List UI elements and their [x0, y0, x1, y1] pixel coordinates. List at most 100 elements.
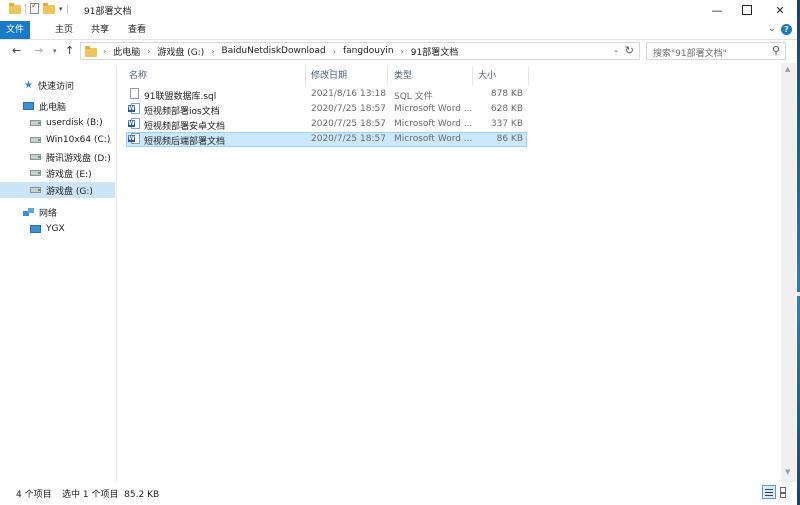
file-row-selected[interactable]: W 短视频后端部署文档 2020/7/25 18:57 Microsoft Wo…: [126, 132, 527, 147]
breadcrumb-drive-g[interactable]: 游戏盘 (G:): [157, 45, 204, 58]
refresh-icon[interactable]: ↻: [625, 44, 634, 57]
tab-home[interactable]: 主页: [46, 21, 82, 39]
toolbar-divider: [25, 3, 26, 14]
maximize-icon: [742, 5, 752, 15]
folder-icon: [85, 45, 97, 57]
forward-button[interactable]: →: [34, 44, 43, 57]
sidebar-item-label: 网络: [39, 208, 58, 219]
file-name: 91联盟数据库.sql: [144, 92, 217, 102]
navigation-pane: ★ 快速访问 此电脑 userdisk (B:) Win10x64 (C:) 腾…: [0, 66, 117, 482]
file-name: 短视频部署安卓文档: [144, 122, 226, 132]
breadcrumb-separator[interactable]: ›: [333, 47, 336, 56]
sidebar-item-network[interactable]: 网络: [0, 204, 115, 220]
breadcrumb-this-pc[interactable]: 此电脑: [113, 45, 140, 58]
file-modified: 2020/7/25 18:57: [311, 104, 386, 114]
file-name: 短视频后端部署文档: [144, 137, 226, 147]
sidebar-item-this-pc[interactable]: 此电脑: [0, 98, 115, 114]
properties-icon[interactable]: [30, 1, 39, 14]
drive-icon: [30, 187, 41, 193]
scroll-up-icon[interactable]: ▲: [785, 65, 790, 73]
sidebar-item-label: 游戏盘 (E:): [46, 169, 92, 180]
close-button[interactable]: ✕: [763, 0, 797, 20]
file-type: SQL 文件: [394, 92, 433, 102]
vertical-scrollbar[interactable]: ▲ ▼: [781, 63, 796, 482]
item-count: 4 个项目: [16, 490, 52, 500]
column-header-label: 修改日期: [311, 71, 348, 81]
selection-info: 选中 1 个项目 85.2 KB: [62, 490, 160, 500]
help-icon[interactable]: ?: [781, 24, 792, 35]
computer-icon: [23, 102, 34, 110]
search-box[interactable]: 搜索"91部署文档" ⚲: [646, 42, 786, 60]
drive-icon: [30, 120, 41, 126]
sidebar-item-label: 游戏盘 (G:): [46, 186, 93, 197]
sidebar-item-label: 此电脑: [39, 102, 67, 113]
breadcrumb-separator[interactable]: ›: [211, 47, 214, 56]
column-header-name[interactable]: 名称: [129, 66, 306, 86]
drive-icon: [30, 137, 41, 143]
drive-icon: [30, 170, 41, 176]
sidebar-item-label: YGX: [46, 224, 65, 234]
column-header-label: 大小: [478, 71, 497, 81]
address-bar[interactable]: › 此电脑 › 游戏盘 (G:) › BaiduNetdiskDownload …: [80, 42, 640, 60]
file-type: Microsoft Word ...: [394, 119, 473, 129]
search-icon[interactable]: ⚲: [772, 44, 780, 57]
navigation-bar: ← → ▾ ↑ › 此电脑 › 游戏盘 (G:) › BaiduNetdiskD…: [0, 40, 797, 63]
file-modified: 2020/7/25 18:57: [311, 134, 386, 144]
recent-locations-dropdown[interactable]: ▾: [53, 47, 57, 55]
sidebar-item-drive-b[interactable]: userdisk (B:): [0, 115, 115, 131]
up-button[interactable]: ↑: [65, 44, 74, 57]
breadcrumb-separator[interactable]: ›: [103, 47, 106, 56]
breadcrumb-baidunetdisk[interactable]: BaiduNetdiskDownload: [222, 46, 326, 56]
sidebar-item-drive-e[interactable]: 游戏盘 (E:): [0, 165, 115, 181]
column-header-modified[interactable]: 修改日期: [311, 66, 388, 86]
expand-ribbon-icon[interactable]: ⌄: [768, 24, 776, 34]
new-folder-icon[interactable]: [43, 3, 55, 14]
tab-file[interactable]: 文件: [0, 21, 30, 39]
file-type: Microsoft Word ...: [394, 104, 473, 114]
sidebar-item-drive-g[interactable]: 游戏盘 (G:): [0, 182, 115, 198]
tab-share[interactable]: 共享: [82, 21, 118, 39]
sidebar-item-label: 腾讯游戏盘 (D:): [46, 153, 111, 164]
file-size: 628 KB: [490, 104, 523, 114]
star-icon: ★: [24, 79, 33, 91]
breadcrumb-separator[interactable]: ›: [147, 47, 150, 56]
details-view-button[interactable]: [762, 485, 776, 499]
drive-icon: [30, 154, 41, 160]
word-doc-icon: W: [128, 118, 140, 129]
sidebar-item-drive-c[interactable]: Win10x64 (C:): [0, 132, 115, 148]
toolbar-divider: [66, 3, 68, 14]
sidebar-item-ygx[interactable]: YGX: [0, 221, 115, 237]
sidebar-item-drive-d[interactable]: 腾讯游戏盘 (D:): [0, 149, 115, 165]
search-input[interactable]: 搜索"91部署文档": [653, 46, 727, 59]
tab-view[interactable]: 查看: [119, 21, 155, 39]
quick-access-toolbar: ▾: [9, 1, 68, 14]
back-button[interactable]: ←: [12, 44, 21, 57]
word-doc-icon: W: [128, 103, 140, 114]
column-header-label: 名称: [129, 71, 148, 81]
file-name: 短视频部署ios文档: [144, 107, 220, 117]
breadcrumb-current-folder[interactable]: 91部署文档: [411, 45, 458, 58]
explorer-window: ▾ 91部署文档 — ✕ 文件 主页 共享 查看 ⌄ ? ← → ▾ ↑ › 此…: [0, 0, 798, 505]
maximize-button[interactable]: [730, 0, 764, 20]
network-icon: [23, 207, 34, 217]
column-header-size[interactable]: 大小: [478, 66, 529, 86]
file-row[interactable]: W 短视频部署ios文档 2020/7/25 18:57 Microsoft W…: [126, 102, 527, 117]
file-modified: 2021/8/16 13:18: [311, 89, 386, 99]
breadcrumb-separator[interactable]: ›: [401, 47, 404, 56]
file-row[interactable]: 91联盟数据库.sql 2021/8/16 13:18 SQL 文件 878 K…: [126, 87, 527, 102]
scroll-down-icon[interactable]: ▼: [785, 468, 790, 476]
file-size: 337 KB: [490, 119, 523, 129]
minimize-button[interactable]: —: [700, 0, 734, 20]
address-dropdown-icon[interactable]: ⌄: [613, 46, 619, 54]
word-doc-icon: W: [128, 133, 140, 144]
breadcrumb-fangdouyin[interactable]: fangdouyin: [343, 46, 394, 56]
sidebar-item-label: 快速访问: [37, 81, 74, 92]
customize-toolbar-icon[interactable]: ▾: [59, 5, 63, 13]
sidebar-item-quick-access[interactable]: ★ 快速访问: [0, 77, 115, 93]
file-row[interactable]: W 短视频部署安卓文档 2020/7/25 18:57 Microsoft Wo…: [126, 117, 527, 132]
status-bar: 4 个项目 选中 1 个项目 85.2 KB: [0, 482, 797, 505]
large-icons-view-button[interactable]: [778, 485, 792, 499]
window-title: 91部署文档: [84, 7, 132, 17]
column-header-type[interactable]: 类型: [394, 66, 473, 86]
title-bar: ▾ 91部署文档 — ✕: [0, 0, 797, 20]
